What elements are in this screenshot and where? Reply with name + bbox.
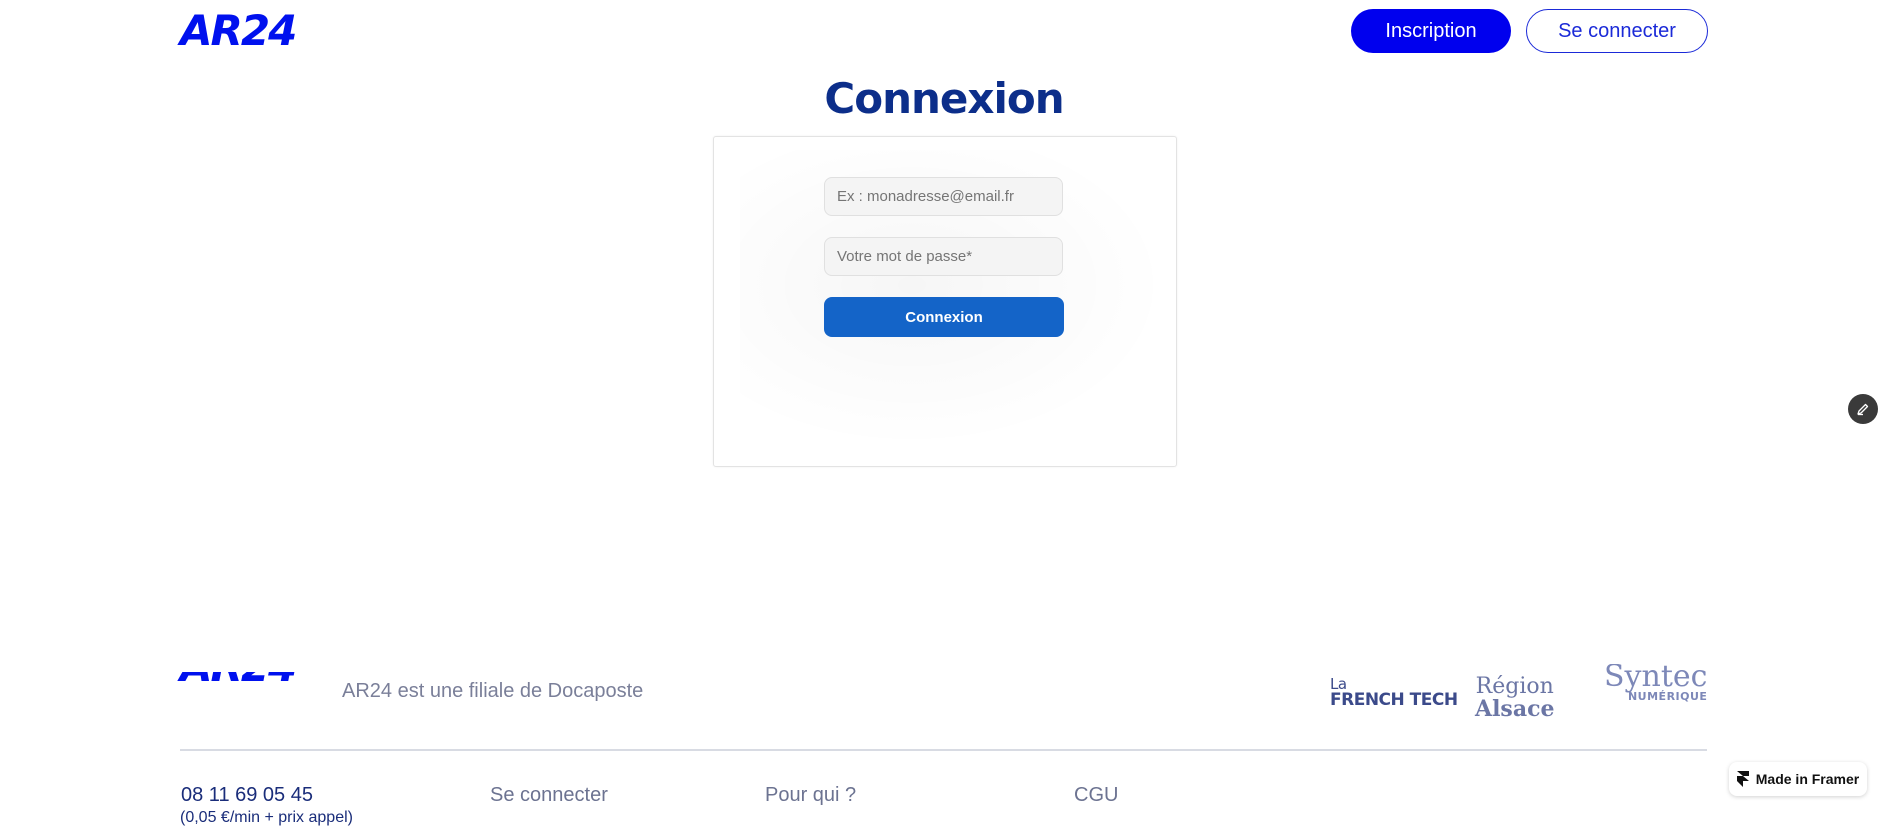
footer-link-login[interactable]: Se connecter: [490, 784, 608, 807]
edit-floating-button[interactable]: [1848, 394, 1878, 424]
footer-phone-note: (0,05 €/min + prix appel): [180, 809, 353, 826]
framer-icon: [1736, 771, 1749, 787]
signup-button[interactable]: Inscription: [1351, 9, 1511, 53]
footer-logo[interactable]: AR24: [180, 672, 297, 691]
email-input[interactable]: [824, 177, 1063, 216]
footer-phone[interactable]: 08 11 69 05 45: [181, 784, 313, 807]
partner-syntec-logo: Syntec NUMÉRIQUE: [1604, 664, 1707, 704]
brand-logo[interactable]: AR24: [180, 6, 297, 55]
footer-link-cgu[interactable]: CGU: [1074, 784, 1118, 807]
framer-badge-label: Made in Framer: [1755, 771, 1860, 787]
password-input[interactable]: [824, 237, 1063, 276]
alsace-text: Alsace: [1475, 696, 1555, 722]
footer-link-for-who[interactable]: Pour qui ?: [765, 784, 856, 807]
made-in-framer-badge[interactable]: Made in Framer: [1729, 762, 1867, 796]
pencil-icon: [1857, 403, 1869, 416]
region-text: Région: [1475, 674, 1554, 699]
login-header-button[interactable]: Se connecter: [1526, 9, 1708, 53]
partner-french-tech-logo: La FRENCH TECH: [1330, 676, 1458, 710]
page-title: Connexion: [824, 74, 1064, 123]
french-tech-text: FRENCH TECH: [1330, 690, 1458, 710]
footer-tagline: AR24 est une filiale de Docaposte: [342, 680, 644, 702]
partner-region-alsace-logo: Région Alsace: [1475, 674, 1555, 722]
login-submit-button[interactable]: Connexion: [824, 297, 1064, 337]
footer-divider: [180, 749, 1707, 751]
